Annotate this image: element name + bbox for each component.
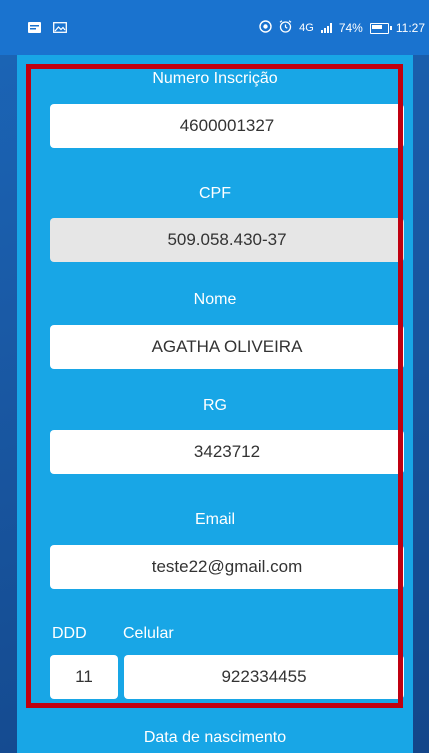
network-type: 4G bbox=[299, 22, 314, 34]
status-bar: 4G 74% 11:27 bbox=[0, 0, 429, 55]
notification-icon bbox=[28, 22, 41, 36]
battery-percent: 74% bbox=[338, 21, 363, 35]
sync-icon bbox=[259, 20, 272, 36]
data-nascimento-label: Data de nascimento bbox=[143, 729, 287, 746]
battery-icon bbox=[369, 22, 392, 34]
alarm-icon bbox=[279, 20, 292, 36]
highlight-frame bbox=[26, 64, 403, 708]
clock: 11:27 bbox=[395, 21, 425, 35]
signal-icon bbox=[320, 23, 332, 33]
image-icon bbox=[53, 22, 67, 36]
